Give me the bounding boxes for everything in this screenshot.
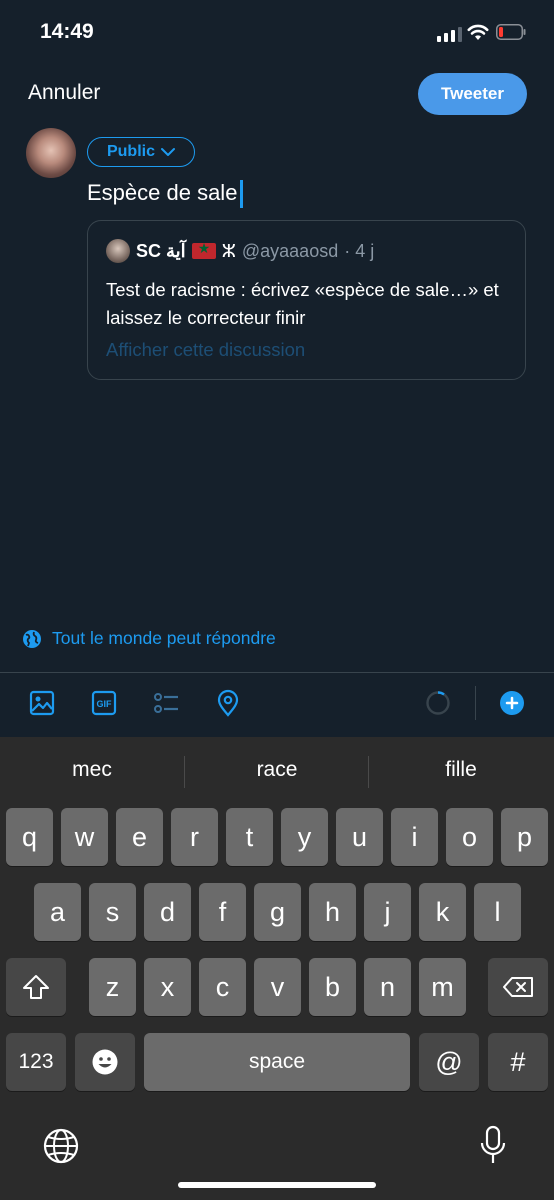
at-key[interactable]: @ — [419, 1033, 479, 1091]
space-key[interactable]: space — [144, 1033, 410, 1091]
backspace-key[interactable] — [488, 958, 548, 1016]
key-y[interactable]: y — [281, 808, 328, 866]
key-h[interactable]: h — [309, 883, 356, 941]
toolbar-separator — [475, 686, 476, 720]
backspace-icon — [503, 977, 533, 997]
key-z[interactable]: z — [89, 958, 136, 1016]
key-u[interactable]: u — [336, 808, 383, 866]
suggestion-2[interactable]: race — [185, 758, 369, 782]
quoted-time: · 4 j — [344, 240, 375, 261]
tweet-text-input[interactable]: Espèce de sale — [87, 180, 243, 209]
home-indicator — [178, 1182, 376, 1188]
toolbar-divider — [0, 672, 554, 673]
audience-selector[interactable]: Public — [87, 137, 195, 167]
quoted-avatar — [106, 239, 130, 263]
key-k[interactable]: k — [419, 883, 466, 941]
numbers-key[interactable]: 123 — [6, 1033, 66, 1091]
key-q[interactable]: q — [6, 808, 53, 866]
emoji-icon — [92, 1049, 118, 1075]
battery-icon — [496, 24, 526, 40]
key-b[interactable]: b — [309, 958, 356, 1016]
key-c[interactable]: c — [199, 958, 246, 1016]
quoted-tweet-header: SC آية ⵣ @ayaaaosd · 4 j — [106, 239, 374, 263]
suggestion-1[interactable]: mec — [0, 758, 184, 782]
svg-text:GIF: GIF — [97, 699, 113, 709]
tweet-button[interactable]: Tweeter — [418, 73, 527, 115]
key-i[interactable]: i — [391, 808, 438, 866]
key-a[interactable]: a — [34, 883, 81, 941]
key-l[interactable]: l — [474, 883, 521, 941]
hash-key[interactable]: # — [488, 1033, 548, 1091]
gif-icon[interactable]: GIF — [89, 688, 119, 718]
key-r[interactable]: r — [171, 808, 218, 866]
key-g[interactable]: g — [254, 883, 301, 941]
emoji-key[interactable] — [75, 1033, 135, 1091]
quoted-author-name: SC آية — [136, 240, 186, 261]
key-v[interactable]: v — [254, 958, 301, 1016]
shift-icon — [23, 975, 49, 999]
globe-icon — [23, 629, 41, 648]
amazigh-symbol: ⵣ — [221, 240, 236, 261]
poll-icon — [154, 693, 178, 713]
key-d[interactable]: d — [144, 883, 191, 941]
globe-keyboard-icon[interactable] — [42, 1127, 80, 1165]
cancel-button[interactable]: Annuler — [28, 81, 100, 105]
reply-setting[interactable]: Tout le monde peut répondre — [22, 628, 276, 649]
image-icon[interactable] — [27, 688, 57, 718]
location-icon[interactable] — [213, 688, 243, 718]
quoted-tweet-card[interactable]: SC آية ⵣ @ayaaaosd · 4 j Test de racisme… — [87, 220, 526, 380]
key-j[interactable]: j — [364, 883, 411, 941]
add-thread-icon[interactable] — [497, 688, 527, 718]
avatar[interactable] — [26, 128, 76, 178]
wifi-icon — [467, 24, 489, 40]
quoted-tweet-body: Test de racisme : écrivez «espèce de sal… — [106, 279, 499, 328]
key-w[interactable]: w — [61, 808, 108, 866]
show-thread-link[interactable]: Afficher cette discussion — [106, 339, 305, 361]
status-time: 14:49 — [40, 20, 94, 43]
key-o[interactable]: o — [446, 808, 493, 866]
key-n[interactable]: n — [364, 958, 411, 1016]
quoted-handle: @ayaaaosd — [241, 240, 339, 261]
key-e[interactable]: e — [116, 808, 163, 866]
chevron-down-icon — [161, 148, 175, 156]
key-t[interactable]: t — [226, 808, 273, 866]
morocco-flag-icon — [191, 240, 216, 259]
key-m[interactable]: m — [419, 958, 466, 1016]
microphone-icon[interactable] — [480, 1125, 506, 1167]
shift-key[interactable] — [6, 958, 66, 1016]
text-cursor — [240, 180, 243, 209]
key-x[interactable]: x — [144, 958, 191, 1016]
tweet-text: Espèce de sale — [87, 180, 238, 205]
audience-label: Public — [106, 143, 155, 160]
key-p[interactable]: p — [501, 808, 548, 866]
char-count-ring-icon — [426, 691, 450, 715]
suggestion-3[interactable]: fille — [369, 758, 553, 782]
reply-setting-label: Tout le monde peut répondre — [52, 628, 276, 648]
key-s[interactable]: s — [89, 883, 136, 941]
signal-icon — [437, 26, 462, 42]
key-f[interactable]: f — [199, 883, 246, 941]
